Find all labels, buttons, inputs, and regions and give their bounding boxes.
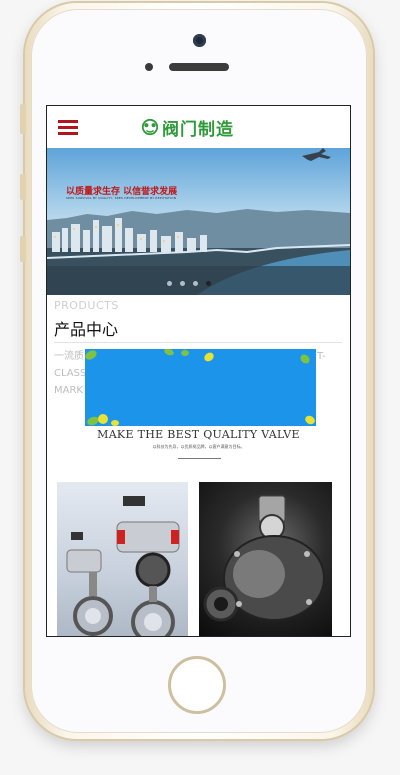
- banner-slogan-en: SEEK SURVIVAL BY QUALITY, SEEK DEVELOPME…: [66, 196, 177, 200]
- leaf-decoration-image: [85, 349, 315, 426]
- city-skyline-image: [47, 148, 350, 295]
- carousel-dot-active[interactable]: [206, 281, 211, 286]
- proximity-sensor: [145, 63, 153, 71]
- section-heading-en: PRODUCTS: [54, 299, 119, 312]
- mute-switch: [20, 104, 26, 134]
- product-image-butterfly-valve[interactable]: [57, 482, 188, 636]
- hero-banner[interactable]: 以质量求生存 以信誉求发展 SEEK SURVIVAL BY QUALITY, …: [47, 148, 350, 295]
- carousel-dot[interactable]: [193, 281, 198, 286]
- title-underline: [178, 458, 221, 459]
- carousel-dots: [167, 281, 211, 286]
- logo-text: 阀门制造: [162, 119, 234, 140]
- front-camera: [193, 34, 206, 47]
- phone-screen: 阀门制造 以质量求生存 以信誉求发展 SEEK SURVIVAL BY QUAL…: [47, 106, 350, 636]
- ball-valve-image: [203, 495, 325, 622]
- description-line: MARK: [54, 385, 83, 396]
- home-button[interactable]: [168, 656, 226, 714]
- volume-down-button: [20, 236, 26, 262]
- description-line: CLASS: [54, 368, 87, 379]
- site-logo[interactable]: 阀门制造: [141, 116, 234, 140]
- description-line-tail: T-: [317, 351, 326, 362]
- valve-subtitle: 以科技为先导，以优质树品牌，以客户满意为目标。: [152, 444, 245, 449]
- site-header: 阀门制造: [47, 106, 350, 148]
- description-line: 一流质: [54, 351, 84, 362]
- product-image-ball-valve[interactable]: [199, 482, 332, 636]
- valve-logo-icon: [141, 118, 159, 136]
- earpiece-speaker: [169, 63, 229, 71]
- hamburger-menu-icon[interactable]: [58, 120, 78, 135]
- butterfly-valve-image: [66, 496, 180, 636]
- valve-tagline: MAKE THE BEST QUALITY VALVE: [97, 428, 300, 441]
- volume-up-button: [20, 174, 26, 200]
- section-divider: [54, 342, 342, 343]
- carousel-dot[interactable]: [180, 281, 185, 286]
- airplane-icon: [302, 148, 331, 161]
- section-heading-cn: 产品中心: [54, 320, 119, 339]
- carousel-dot[interactable]: [167, 281, 172, 286]
- ad-banner[interactable]: [85, 349, 316, 426]
